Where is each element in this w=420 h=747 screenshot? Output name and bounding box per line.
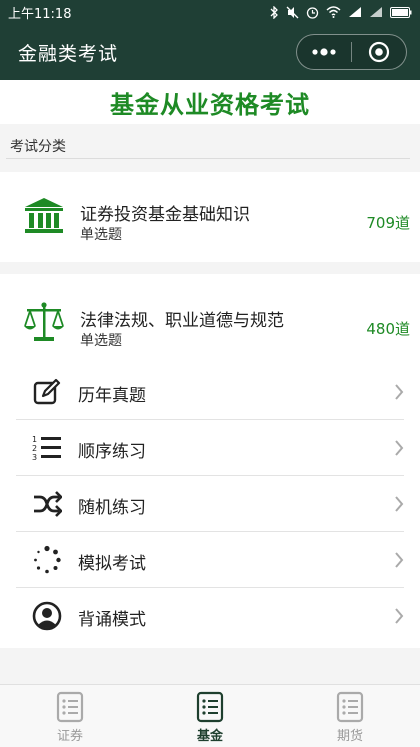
status-icons xyxy=(269,5,412,19)
loading-icon xyxy=(34,545,61,574)
page-title: 基金从业资格考试 xyxy=(110,90,310,119)
subject-type: 单选题 xyxy=(80,227,122,243)
nav-bar: 金融类考试 xyxy=(0,24,420,80)
bank-icon xyxy=(25,198,63,233)
mute-icon xyxy=(286,6,299,18)
bluetooth-icon xyxy=(270,5,278,19)
tab-label: 证券 xyxy=(56,729,83,744)
status-time: 上午11:18 xyxy=(8,6,72,22)
question-count: 480道 xyxy=(366,320,410,338)
svg-text:1: 1 xyxy=(32,435,37,444)
menu-item-random[interactable]: 随机练习 xyxy=(0,476,420,532)
close-circle-icon xyxy=(368,41,390,63)
menu-label: 历年真题 xyxy=(78,386,146,406)
mini-program-capsule xyxy=(296,34,407,70)
user-circle-icon xyxy=(32,601,62,631)
tab-bar: 证券 基金 期货 xyxy=(0,684,420,747)
menu-label: 顺序练习 xyxy=(78,442,146,462)
tab-label: 基金 xyxy=(196,729,223,744)
chevron-right-icon xyxy=(395,496,404,512)
list-icon xyxy=(56,691,84,723)
nav-title: 金融类考试 xyxy=(18,43,119,65)
menu-item-mock-exam[interactable]: 模拟考试 xyxy=(0,532,420,588)
close-button[interactable] xyxy=(352,35,406,69)
category-label: 考试分类 xyxy=(10,139,66,155)
subject-card: 证券投资基金基础知识 单选题 709道 xyxy=(0,172,420,262)
list-icon xyxy=(196,691,224,723)
menu-item-past-papers[interactable]: 历年真题 xyxy=(0,364,420,420)
subject-type: 单选题 xyxy=(80,333,122,349)
tab-securities[interactable]: 证券 xyxy=(0,685,140,747)
menu-item-recite[interactable]: 背诵模式 xyxy=(0,588,420,644)
menu-label: 随机练习 xyxy=(78,498,146,518)
signal-icon xyxy=(370,7,382,17)
banner: 基金从业资格考试 xyxy=(0,80,420,124)
chevron-right-icon xyxy=(395,608,404,624)
shuffle-icon xyxy=(34,491,62,517)
wifi-icon xyxy=(326,6,341,18)
signal-icon xyxy=(349,7,361,17)
menu-item-sequential[interactable]: 1 2 3 顺序练习 xyxy=(0,420,420,476)
tab-label: 期货 xyxy=(336,729,363,744)
subject-name: 法律法规、职业道德与规范 xyxy=(80,311,284,331)
subject-item-basic[interactable]: 证券投资基金基础知识 单选题 709道 xyxy=(0,172,420,262)
scale-icon xyxy=(24,302,64,341)
more-dots-icon xyxy=(312,48,336,56)
menu-label: 模拟考试 xyxy=(78,554,146,574)
ordered-list-icon: 1 2 3 xyxy=(32,435,61,462)
question-count: 709道 xyxy=(366,214,410,232)
subject-name: 证券投资基金基础知识 xyxy=(80,205,250,225)
menu-label: 背诵模式 xyxy=(78,610,146,630)
subject-card: 法律法规、职业道德与规范 单选题 480道 历年真题 1 2 3 顺序练习 随机… xyxy=(0,274,420,648)
status-bar: 上午11:18 xyxy=(0,0,420,24)
more-button[interactable] xyxy=(297,35,351,69)
chevron-right-icon xyxy=(395,552,404,568)
category-header: 考试分类 xyxy=(0,124,420,164)
alarm-icon xyxy=(306,6,319,19)
svg-text:2: 2 xyxy=(32,444,37,453)
subject-item-law[interactable]: 法律法规、职业道德与规范 单选题 480道 xyxy=(0,278,420,368)
divider xyxy=(6,158,410,159)
chevron-right-icon xyxy=(395,384,404,400)
tab-fund[interactable]: 基金 xyxy=(140,685,280,747)
tab-futures[interactable]: 期货 xyxy=(280,685,420,747)
edit-icon xyxy=(33,378,61,405)
svg-text:3: 3 xyxy=(32,453,37,462)
battery-icon xyxy=(390,6,412,18)
list-icon xyxy=(336,691,364,723)
chevron-right-icon xyxy=(395,440,404,456)
